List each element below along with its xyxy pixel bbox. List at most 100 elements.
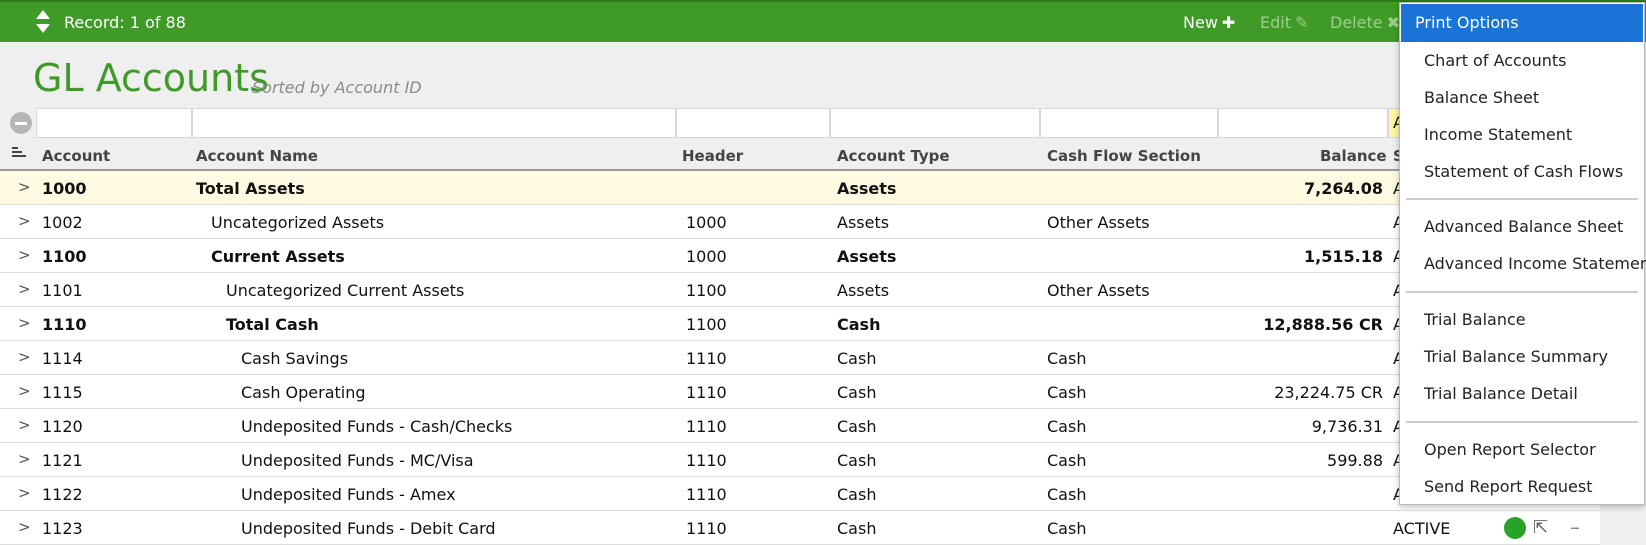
menu-item-trial-balance-summary[interactable]: Trial Balance Summary: [1400, 339, 1644, 375]
menu-item-trial-balance-detail[interactable]: Trial Balance Detail: [1400, 376, 1644, 412]
filter-header[interactable]: [676, 108, 830, 138]
cell-account-type: Cash: [837, 383, 877, 402]
filter-cash-flow-section[interactable]: [1040, 108, 1218, 138]
cell-header: 1000: [686, 247, 727, 266]
expand-row-chevron-icon[interactable]: >: [18, 178, 31, 196]
menu-item-advanced-income-statement[interactable]: Advanced Income Statement: [1400, 246, 1646, 282]
cell-account-type: Cash: [837, 519, 877, 538]
cell-account-name: Total Assets: [196, 179, 305, 198]
cell-account-name: Undeposited Funds - Cash/Checks: [241, 417, 513, 436]
expand-row-chevron-icon[interactable]: >: [18, 280, 31, 298]
table-row[interactable]: >1100Current Assets1000Assets1,515.18A: [0, 239, 1600, 273]
cell-header: 1110: [686, 519, 727, 538]
cell-account-name: Cash Operating: [241, 383, 366, 402]
cell-cash-flow-section: Cash: [1047, 451, 1087, 470]
cell-balance: 9,736.31: [1311, 417, 1383, 436]
table-row[interactable]: >1002 Uncategorized Assets 1000 Assets Other…: [0, 205, 1600, 239]
cell-balance: 12,888.56 CR: [1263, 315, 1383, 334]
cell-account: 1122: [42, 485, 83, 504]
cell-cash-flow-section: Cash: [1047, 519, 1087, 538]
menu-item-advanced-balance-sheet[interactable]: Advanced Balance Sheet: [1400, 209, 1644, 245]
cell-account: 1000: [42, 179, 87, 198]
cell-cash-flow-section: Other Assets: [1047, 213, 1150, 232]
print-options-menu: Print Options Chart of Accounts Balance …: [1399, 2, 1646, 505]
menu-item-trial-balance[interactable]: Trial Balance: [1400, 302, 1644, 338]
cell-cash-flow-section: Cash: [1047, 349, 1087, 368]
cell-account-type: Cash: [837, 417, 877, 436]
col-cash-flow-section[interactable]: Cash Flow Section: [1047, 147, 1201, 165]
table-row[interactable]: >1120 Undeposited Funds - Cash/Checks 1110…: [0, 409, 1600, 443]
record-nav-arrows-icon[interactable]: [34, 8, 52, 36]
previous-record-icon[interactable]: [36, 10, 50, 19]
col-header[interactable]: Header: [682, 147, 743, 165]
cell-header: 1110: [686, 349, 727, 368]
expand-row-chevron-icon[interactable]: >: [18, 484, 31, 502]
new-button-label: New: [1183, 13, 1218, 32]
clear-filters-icon[interactable]: [10, 112, 32, 134]
menu-item-statement-of-cash-flows[interactable]: Statement of Cash Flows: [1400, 154, 1644, 190]
expand-row-chevron-icon[interactable]: >: [18, 348, 31, 366]
cell-balance: 7,264.08: [1304, 179, 1383, 198]
expand-row-chevron-icon[interactable]: >: [18, 416, 31, 434]
pencil-icon: ✎: [1294, 13, 1309, 32]
cell-account: 1114: [42, 349, 83, 368]
expand-row-chevron-icon[interactable]: >: [18, 246, 31, 264]
table-row[interactable]: >1114Cash Savings1110CashCashA: [0, 341, 1600, 375]
edit-button[interactable]: Edit ✎: [1260, 13, 1308, 32]
menu-item-print-options[interactable]: Print Options: [1401, 4, 1643, 42]
expand-row-chevron-icon[interactable]: >: [18, 518, 31, 536]
menu-item-income-statement[interactable]: Income Statement: [1400, 117, 1644, 153]
cell-cash-flow-section: Cash: [1047, 417, 1087, 436]
cell-account-type: Assets: [837, 247, 897, 266]
col-account[interactable]: Account: [42, 147, 110, 165]
cell-account: 1101: [42, 281, 83, 300]
expand-row-chevron-icon[interactable]: >: [18, 382, 31, 400]
cell-account-name: Undeposited Funds - MC/Visa: [241, 451, 474, 470]
col-balance[interactable]: Balance: [1320, 147, 1387, 165]
filter-row: A: [0, 106, 1600, 140]
filter-account[interactable]: [36, 108, 192, 138]
cell-balance: 599.88: [1327, 451, 1383, 470]
table-row[interactable]: >1122 Undeposited Funds - Amex 1110 Cash Cas…: [0, 477, 1600, 511]
sort-icon[interactable]: [12, 147, 26, 159]
remove-row-icon[interactable]: –: [1570, 515, 1580, 539]
table-row[interactable]: >1110Total Cash1100Cash12,888.56 CRA: [0, 307, 1600, 341]
filter-account-type[interactable]: [830, 108, 1040, 138]
cell-account: 1002: [42, 213, 83, 232]
menu-item-chart-of-accounts[interactable]: Chart of Accounts: [1400, 43, 1644, 79]
cell-account-type: Assets: [837, 179, 897, 198]
cell-account-name: Current Assets: [211, 247, 345, 266]
cell-account: 1121: [42, 451, 83, 470]
menu-separator: [1406, 198, 1638, 200]
cell-cash-flow-section: Cash: [1047, 383, 1087, 402]
menu-item-send-report-request[interactable]: Send Report Request: [1400, 469, 1644, 505]
next-record-icon[interactable]: [36, 24, 50, 33]
cell-account: 1100: [42, 247, 87, 266]
filter-account-name[interactable]: [192, 108, 676, 138]
menu-item-open-report-selector[interactable]: Open Report Selector: [1400, 432, 1644, 468]
expand-row-chevron-icon[interactable]: >: [18, 212, 31, 230]
table-row[interactable]: >1101 Uncategorized Current Assets 1100 Ass…: [0, 273, 1600, 307]
table-row[interactable]: >1115 Cash Operating 1110 Cash Cash 23,224.75…: [0, 375, 1600, 409]
menu-item-balance-sheet[interactable]: Balance Sheet: [1400, 80, 1644, 116]
cell-account-type: Cash: [837, 349, 877, 368]
table-row[interactable]: >1123 Undeposited Funds - Debit Card 1110 C…: [0, 511, 1600, 545]
col-account-name[interactable]: Account Name: [196, 147, 318, 165]
delete-button-label: Delete: [1330, 13, 1383, 32]
col-account-type[interactable]: Account Type: [837, 147, 950, 165]
table-row[interactable]: >1121 Undeposited Funds - MC/Visa 1110 Cash…: [0, 443, 1600, 477]
expand-row-chevron-icon[interactable]: >: [18, 314, 31, 332]
cell-balance: 1,515.18: [1304, 247, 1383, 266]
cell-cash-flow-section: Other Assets: [1047, 281, 1150, 300]
delete-button[interactable]: Delete ✖: [1330, 13, 1400, 32]
cell-header: 1110: [686, 451, 727, 470]
cell-header: 1000: [686, 213, 727, 232]
table-row[interactable]: >1000Total AssetsAssets7,264.08A: [0, 171, 1600, 205]
expand-row-chevron-icon[interactable]: >: [18, 450, 31, 468]
open-record-icon[interactable]: ⇱: [1533, 517, 1548, 538]
new-button[interactable]: New ✚: [1183, 13, 1235, 32]
page-title: GL Accounts: [33, 56, 269, 100]
cell-header: 1110: [686, 485, 727, 504]
filter-balance[interactable]: [1218, 108, 1388, 138]
cell-account-type: Assets: [837, 281, 890, 300]
